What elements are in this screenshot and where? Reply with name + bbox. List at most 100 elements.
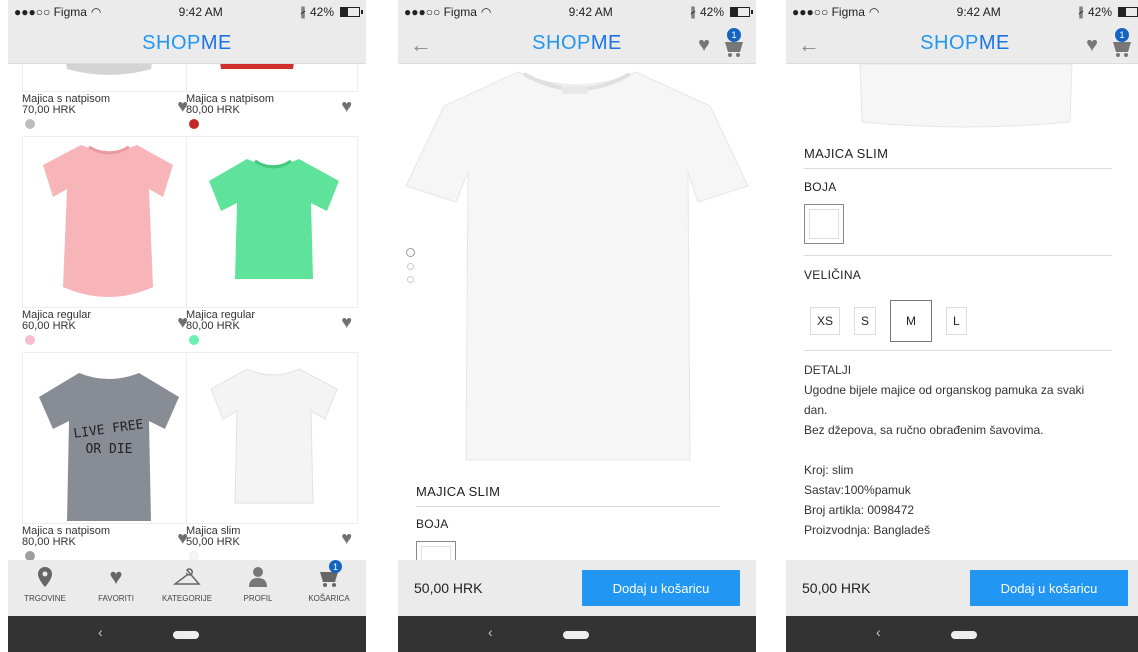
- color-dot: [25, 119, 35, 129]
- product-card[interactable]: Majica regular 60,00 HRK ♥: [22, 136, 194, 345]
- product-card[interactable]: Majica regular 80,00 HRK ♥: [186, 136, 358, 345]
- wifi-icon: ◠: [480, 5, 492, 19]
- tab-favoriti[interactable]: ♥ FAVORITI: [81, 564, 151, 616]
- tab-kategorije[interactable]: KATEGORIJE: [152, 566, 222, 616]
- size-l-option[interactable]: L: [946, 307, 967, 335]
- phone-screen-detail-scrolled: ●●●○○ Figma ◠ 9:42 AM ∦ 42% ← SHOPME ♥ 1 M…: [786, 0, 1138, 652]
- product-hero-image-bottom: [859, 64, 1073, 128]
- battery-label: 42%: [309, 5, 334, 19]
- tab-trgovine[interactable]: TRGOVINE: [10, 566, 80, 616]
- app-bar: ← SHOPME ♥ 1: [786, 24, 1138, 64]
- description-line: Ugodne bijele majice od organskog pamuka…: [804, 383, 1085, 397]
- product-grid: Majica s natpisom 70,00 HRK ♥ Majica s na…: [8, 64, 366, 560]
- pager-dot[interactable]: [407, 263, 414, 270]
- wifi-icon: ◠: [868, 5, 880, 19]
- product-price: 80,00 HRK: [22, 536, 76, 548]
- favorite-heart-icon[interactable]: ♥: [698, 34, 710, 57]
- green-shirt-image: [209, 159, 339, 279]
- nav-home-icon[interactable]: [563, 631, 589, 639]
- divider: [416, 506, 720, 507]
- android-nav-bar: ‹: [786, 616, 1138, 652]
- tab-kosarica[interactable]: 1 KOŠARICA: [294, 560, 364, 616]
- bluetooth-icon: ∦: [689, 5, 696, 19]
- color-swatch-white[interactable]: [804, 204, 844, 244]
- carrier-label: ●●●○○ Figma: [792, 5, 865, 19]
- product-price: 60,00 HRK: [22, 320, 76, 332]
- add-to-cart-button[interactable]: Dodaj u košaricu: [582, 570, 740, 606]
- clock: 9:42 AM: [178, 5, 223, 19]
- product-card[interactable]: Majica slim 50,00 HRK ♥: [186, 352, 358, 560]
- shirt-print-line-2: OR DIE: [86, 442, 133, 457]
- tab-label: KOŠARICA: [308, 594, 350, 603]
- app-bar: ← SHOPME ♥ 1: [398, 24, 756, 64]
- status-bar: ●●●○○ Figma ◠ 9:42 AM ∦ 42%: [398, 0, 756, 24]
- app-bar: SHOPME: [8, 24, 366, 64]
- product-image: [186, 64, 358, 92]
- spec-material: Sastav:100%pamuk: [804, 483, 911, 497]
- product-image: [22, 136, 194, 308]
- size-s-option[interactable]: S: [854, 307, 877, 335]
- size-m-option[interactable]: M: [890, 300, 933, 342]
- product-price: 70,00 HRK: [22, 104, 76, 116]
- bluetooth-icon: ∦: [299, 5, 306, 19]
- pager-dot-active[interactable]: [406, 248, 415, 257]
- battery-icon: [340, 7, 363, 17]
- battery-icon: [1118, 7, 1138, 17]
- color-dot: [189, 551, 199, 560]
- phone-screen-catalog: ●●●○○ Figma ◠ 9:42 AM ∦ 42% SHOPME Majica …: [8, 0, 366, 652]
- color-swatch-white[interactable]: [416, 541, 456, 560]
- image-pager[interactable]: [406, 248, 415, 283]
- product-card[interactable]: Majica s natpisom 70,00 HRK ♥: [22, 64, 194, 129]
- pink-shirt-image: [43, 145, 173, 297]
- brand-logo: SHOPME: [532, 32, 622, 54]
- color-label: BOJA: [416, 517, 449, 531]
- product-card[interactable]: Majica s natpisom 80,00 HRK ♥: [186, 64, 358, 129]
- carrier-label: ●●●○○ Figma: [14, 5, 87, 19]
- nav-back-icon[interactable]: ‹: [98, 624, 103, 640]
- nav-home-icon[interactable]: [951, 631, 977, 639]
- cart-badge: 1: [1115, 28, 1129, 42]
- product-card[interactable]: LIVE FREE OR DIE Majica s natpisom 80,00 …: [22, 352, 194, 560]
- red-shirt-image: [220, 64, 294, 69]
- buy-bar: 50,00 HRK Dodaj u košaricu: [786, 560, 1138, 616]
- favorite-heart-icon[interactable]: ♥: [1086, 34, 1098, 57]
- heart-icon: ♥: [109, 564, 123, 589]
- carrier-label: ●●●○○ Figma: [404, 5, 477, 19]
- pager-dot[interactable]: [407, 276, 414, 283]
- android-nav-bar: ‹: [398, 616, 756, 652]
- status-bar: ●●●○○ Figma ◠ 9:42 AM ∦ 42%: [786, 0, 1138, 24]
- product-image: LIVE FREE OR DIE: [22, 352, 194, 524]
- status-bar: ●●●○○ Figma ◠ 9:42 AM ∦ 42%: [8, 0, 366, 24]
- cart-icon[interactable]: 1: [722, 28, 746, 58]
- tab-profil[interactable]: PROFIL: [223, 566, 293, 616]
- brand-logo: SHOPME: [920, 32, 1010, 54]
- nav-back-icon[interactable]: ‹: [876, 624, 881, 640]
- location-pin-icon: [38, 566, 52, 588]
- color-dot: [25, 551, 35, 560]
- back-arrow-icon[interactable]: ←: [410, 32, 432, 58]
- android-nav-bar: ‹: [8, 616, 366, 652]
- nav-back-icon[interactable]: ‹: [488, 624, 493, 640]
- divider: [804, 255, 1112, 256]
- spec-fit: Kroj: slim: [804, 463, 854, 477]
- favorite-heart-icon[interactable]: ♥: [341, 528, 352, 549]
- spec-origin: Proizvodnja: Bangladeš: [804, 523, 931, 537]
- spec-article-number: Broj artikla: 0098472: [804, 503, 915, 517]
- back-arrow-icon[interactable]: ←: [798, 32, 820, 58]
- favorite-heart-icon[interactable]: ♥: [341, 96, 352, 117]
- favorite-heart-icon[interactable]: ♥: [341, 312, 352, 333]
- size-xs-option[interactable]: XS: [810, 307, 841, 335]
- battery-icon: [730, 7, 753, 17]
- tab-label: PROFIL: [243, 594, 273, 603]
- product-price: 50,00 HRK: [186, 536, 240, 548]
- size-label: VELIČINA: [804, 268, 862, 282]
- product-hero-image[interactable]: [398, 64, 756, 468]
- nav-home-icon[interactable]: [173, 631, 199, 639]
- person-icon: [249, 566, 267, 588]
- details-label: DETALJI: [804, 363, 852, 377]
- cart-icon[interactable]: 1: [1110, 28, 1134, 58]
- cart-icon: 1: [318, 560, 342, 588]
- add-to-cart-button[interactable]: Dodaj u košaricu: [970, 570, 1128, 606]
- size-selector: XS S M L: [810, 300, 981, 342]
- product-detail: MAJICA SLIM BOJA: [398, 64, 756, 560]
